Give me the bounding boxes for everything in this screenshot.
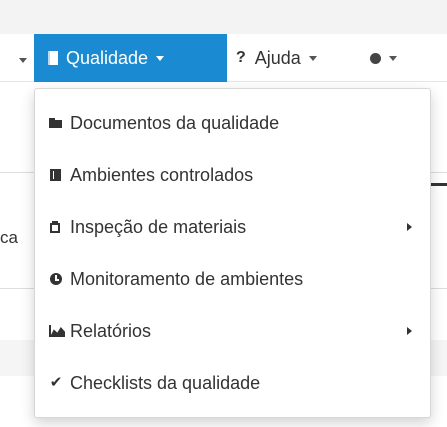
menu-item-label: Ambientes controlados	[70, 164, 254, 185]
menu-item-ambientes-controlados[interactable]: Ambientes controlados	[35, 149, 430, 201]
chevron-down-icon	[308, 55, 317, 61]
menu-item-monitoramento[interactable]: Monitoramento de ambientes	[35, 253, 430, 305]
chevron-down-icon[interactable]	[19, 58, 27, 63]
settings-menu[interactable]	[370, 34, 397, 82]
area-chart-icon	[49, 324, 65, 338]
menu-item-label: Monitoramento de ambientes	[70, 268, 304, 289]
qualidade-dropdown-menu: Documentos da qualidade Ambientes contro…	[34, 88, 431, 418]
chevron-right-icon	[407, 327, 412, 335]
menu-item-label: Documentos da qualidade	[70, 112, 280, 133]
nav-item-ajuda[interactable]: ? Ajuda	[232, 34, 317, 82]
divider	[430, 183, 447, 186]
menu-item-label: Checklists da qualidade	[70, 372, 261, 393]
menu-item-label: Relatórios	[70, 320, 152, 341]
question-icon: ?	[236, 49, 246, 66]
chevron-down-icon	[389, 55, 397, 61]
top-strip	[0, 0, 447, 34]
menu-item-checklists[interactable]: ✔ Checklists da qualidade	[35, 357, 430, 409]
menu-item-relatorios[interactable]: Relatórios	[35, 305, 430, 357]
gear-icon	[370, 52, 381, 64]
chevron-down-icon	[156, 55, 165, 61]
book-icon	[49, 168, 63, 182]
clock-icon	[49, 272, 63, 286]
book-icon	[48, 51, 58, 65]
chevron-right-icon	[407, 223, 412, 231]
menu-item-label: Inspeção de materiais	[70, 216, 247, 237]
clipboard-icon	[49, 220, 63, 234]
menu-item-inspecao-materiais[interactable]: Inspeção de materiais	[35, 201, 430, 253]
menu-item-documentos[interactable]: Documentos da qualidade	[35, 97, 430, 149]
nav-item-ajuda-label: Ajuda	[254, 47, 301, 68]
folder-icon	[49, 116, 63, 130]
nav-item-qualidade-label: Qualidade	[66, 47, 149, 68]
check-icon: ✔	[49, 374, 63, 391]
background-text: ca	[0, 228, 18, 247]
nav-item-qualidade[interactable]: Qualidade	[34, 34, 227, 82]
